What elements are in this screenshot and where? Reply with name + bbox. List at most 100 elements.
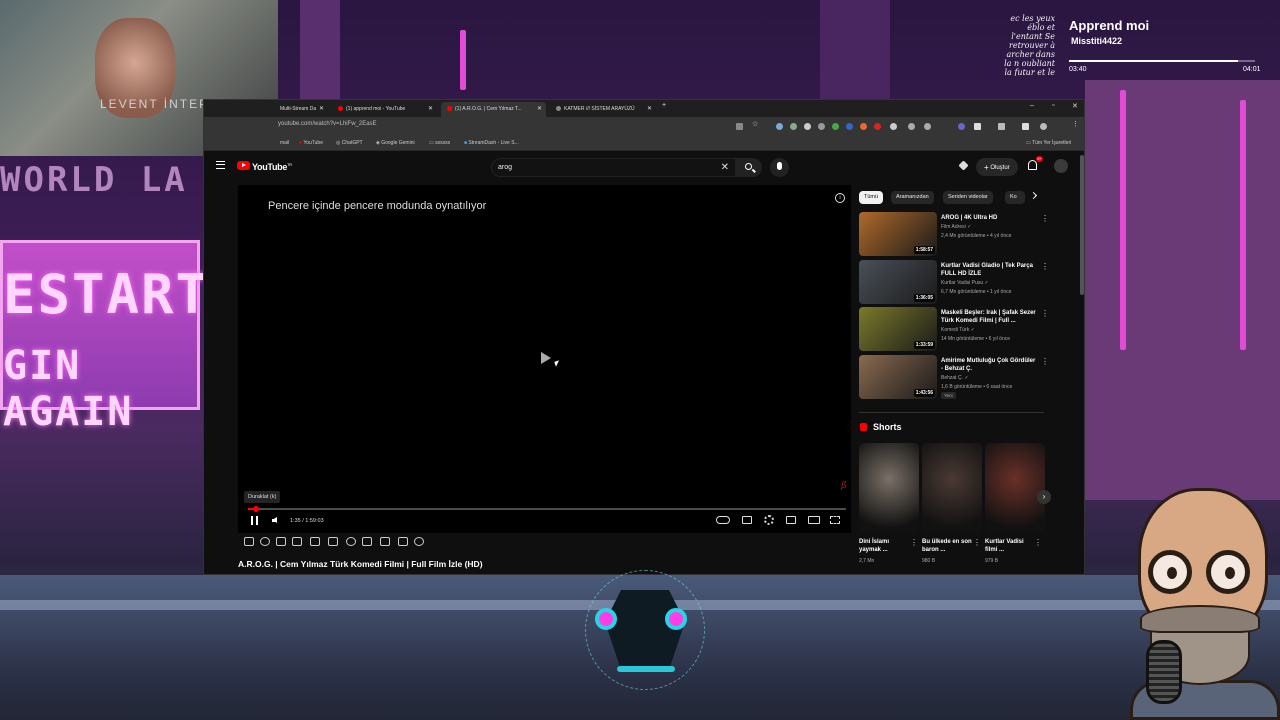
info-icon[interactable]: i [835, 193, 845, 203]
recommendation-title[interactable]: Kurtlar Vadisi Gladio | Tek Parça FULL H… [941, 262, 1036, 278]
playlist-icon[interactable] [276, 537, 286, 546]
recommendation-title[interactable]: Amirime Mutluluğu Çok Gördüler - Behzat … [941, 357, 1036, 373]
all-bookmarks[interactable]: ▭ Tüm Yer İşaretleri [1026, 140, 1071, 146]
extension-icon[interactable] [832, 123, 839, 130]
recommendation-item[interactable]: 1:36:05 Kurtlar Vadisi Gladio | Tek Parç… [859, 260, 1049, 306]
more-options-icon[interactable]: ⋮ [1034, 538, 1042, 547]
more-options-icon[interactable]: ⋮ [1041, 357, 1049, 366]
video-progress-bar[interactable] [248, 506, 846, 512]
clear-search-icon[interactable]: ✕ [721, 162, 729, 173]
hamburger-menu-icon[interactable] [216, 161, 225, 169]
maximize-icon[interactable]: ▫ [1052, 102, 1054, 109]
bookmark-mail[interactable]: mail [280, 140, 289, 146]
video-thumbnail[interactable]: 1:33:59 [859, 307, 937, 351]
window-icon[interactable] [328, 537, 338, 546]
youtube-wordmark[interactable]: YouTubeTR [252, 162, 292, 172]
extension-icon[interactable] [846, 123, 853, 130]
short-thumbnail[interactable] [985, 443, 1045, 533]
channel-name[interactable]: Komedi Türk ✓ [941, 327, 975, 333]
minimize-icon[interactable]: – [1030, 102, 1034, 109]
film-icon[interactable] [292, 537, 302, 546]
fullscreen-icon[interactable] [830, 516, 840, 524]
more-options-icon[interactable]: ⋮ [910, 538, 918, 547]
video-thumbnail[interactable]: 1:36:05 [859, 260, 937, 304]
short-thumbnail[interactable] [859, 443, 919, 533]
install-icon[interactable] [736, 123, 743, 130]
extension-icon[interactable] [776, 123, 783, 130]
close-window-icon[interactable]: ✕ [1072, 102, 1078, 110]
loop-icon[interactable] [244, 537, 254, 546]
short-title[interactable]: Bu ülkede en son baron ... [922, 538, 972, 554]
create-button[interactable]: + Oluştur [976, 158, 1018, 176]
close-tab-icon[interactable]: ✕ [647, 105, 652, 112]
extension-icon[interactable] [958, 123, 965, 130]
bookmark-youtube[interactable]: ● YouTube [299, 140, 323, 146]
recommendation-item[interactable]: 1:33:59 Maskeli Beşler: Irak | Şafak Sez… [859, 307, 1049, 353]
settings-gear-icon[interactable] [764, 515, 774, 525]
url-field[interactable]: youtube.com/watch?v=LhiFw_2EasE [278, 121, 377, 127]
autoplay-toggle[interactable] [716, 516, 730, 524]
recommendation-title[interactable]: Maskeli Beşler: Irak | Şafak Sezer Türk … [941, 309, 1036, 325]
extension-icon[interactable] [874, 123, 881, 130]
sidebar-icon[interactable] [998, 123, 1005, 130]
image-icon[interactable] [310, 537, 320, 546]
more-menu-icon[interactable]: ⋮ [1072, 120, 1079, 128]
short-title[interactable]: Kurtlar Vadisi filmi ... [985, 538, 1035, 554]
volume-icon[interactable] [272, 517, 277, 523]
more-options-icon[interactable]: ⋮ [973, 538, 981, 547]
video-thumbnail[interactable]: 1:58:57 [859, 212, 937, 256]
chip-from-search[interactable]: Aramanızdan [891, 191, 934, 204]
search-button[interactable] [736, 158, 762, 177]
close-tab-icon[interactable]: ✕ [537, 105, 542, 112]
tab-katmer[interactable]: KATMER /// SİSTEM ARAYÜZÜ ✕ [550, 102, 656, 117]
channel-name[interactable]: Kurtlar Vadisi Pusu ✓ [941, 280, 989, 286]
video-player[interactable]: Pencere içinde pencere modunda oynatılıy… [238, 185, 851, 533]
screenshot-icon[interactable] [398, 537, 408, 546]
video-thumbnail[interactable]: 1:43:56 [859, 355, 937, 399]
short-thumbnail[interactable] [922, 443, 982, 533]
recommendation-item[interactable]: 1:43:56 Amirime Mutluluğu Çok Gördüler -… [859, 355, 1049, 401]
speed-icon[interactable] [346, 537, 356, 546]
puzzle-icon[interactable] [974, 123, 981, 130]
extension-icon[interactable] [818, 123, 825, 130]
bookmark-gemini[interactable]: ◈ Google Gemini [376, 140, 415, 146]
recommendation-item[interactable]: 1:58:57 AROG | 4K Ultra HD Film Adresi ✓… [859, 212, 1049, 258]
extension-icon[interactable] [890, 123, 897, 130]
recommendation-title[interactable]: AROG | 4K Ultra HD [941, 214, 1036, 222]
theater-mode-icon[interactable] [808, 516, 820, 524]
bookmark-streamdash[interactable]: ■ StreamDash - Live S... [464, 140, 519, 146]
star-icon[interactable]: ☆ [752, 120, 759, 128]
account-avatar[interactable] [1054, 159, 1068, 173]
copy-icon[interactable] [362, 537, 372, 546]
tab-apprend-moi[interactable]: (1) apprend moi - YouTube ✕ [332, 102, 437, 117]
bookmark-folder[interactable]: ▭ ssssss [429, 140, 450, 146]
subtitles-icon[interactable] [742, 516, 752, 524]
chip-series-videos[interactable]: Seriden videolar [943, 191, 993, 204]
more-options-icon[interactable]: ⋮ [1041, 309, 1049, 318]
channel-name[interactable]: Film Adresi ✓ [941, 224, 971, 230]
audio-icon[interactable] [260, 537, 270, 546]
tab-arog[interactable]: (1) A.R.O.G. | Cem Yılmaz T... ✕ [441, 102, 546, 117]
extension-icon[interactable] [804, 123, 811, 130]
chevron-right-icon[interactable] [1029, 191, 1038, 200]
shorts-next-icon[interactable]: › [1037, 490, 1051, 504]
bookmark-chatgpt[interactable]: ◎ ChatGPT [336, 140, 363, 146]
youtube-logo-icon[interactable] [237, 161, 250, 170]
channel-name[interactable]: Behzat Ç. ✓ [941, 375, 969, 381]
short-title[interactable]: Dini İslamı yaymak ... [859, 538, 909, 554]
extension-gear-icon[interactable] [958, 160, 969, 171]
extension-icon[interactable] [924, 123, 931, 130]
extension-icon[interactable] [908, 123, 915, 130]
notifications-bell-icon[interactable] [1028, 160, 1037, 170]
voice-search-icon[interactable] [770, 158, 789, 177]
profile-icon[interactable] [1040, 123, 1047, 130]
new-tab-button[interactable]: + [662, 102, 666, 109]
chip-more[interactable]: Ko [1005, 191, 1025, 204]
more-options-icon[interactable]: ⋮ [1041, 214, 1049, 223]
play-icon[interactable] [541, 352, 551, 364]
settings-icon[interactable] [414, 537, 424, 546]
close-tab-icon[interactable]: ✕ [319, 105, 324, 112]
close-tab-icon[interactable]: ✕ [428, 105, 433, 112]
download-icon[interactable] [1022, 123, 1029, 130]
rotate-icon[interactable] [380, 537, 390, 546]
